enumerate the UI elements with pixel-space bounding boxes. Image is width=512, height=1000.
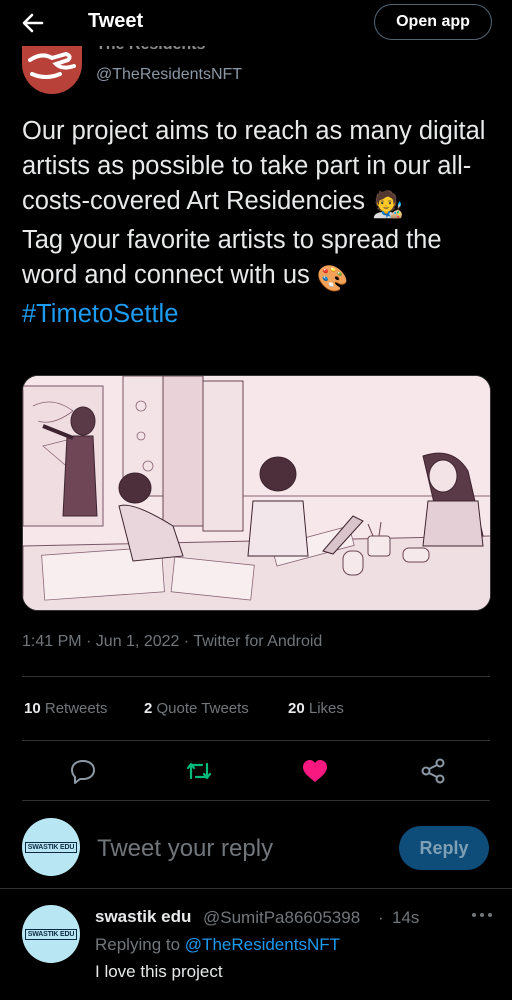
separator-dot: · (378, 908, 384, 927)
tweet-stats: 10 Retweets 2 Quote Tweets 20 Likes (24, 700, 464, 722)
reply-author-handle[interactable]: @SumitPa86605398 (203, 908, 360, 928)
reply-button[interactable]: Reply (399, 826, 489, 870)
avatar-label: SWASTIK EDU (24, 928, 78, 940)
artist-emoji: 🧑‍🎨 (372, 191, 404, 219)
retweets-stat[interactable]: 10 Retweets (24, 700, 107, 717)
tweet-image[interactable] (22, 375, 491, 611)
hashtag-link[interactable]: #TimetoSettle (22, 300, 178, 328)
replying-to-link[interactable]: @TheResidentsNFT (185, 935, 340, 954)
quote-tweets-stat[interactable]: 2 Quote Tweets (144, 700, 249, 717)
comment-icon[interactable] (68, 756, 98, 786)
reply-text: I love this project (95, 962, 223, 981)
divider (22, 800, 490, 801)
likes-stat[interactable]: 20 Likes (288, 700, 344, 717)
divider (0, 888, 512, 889)
share-icon[interactable] (418, 756, 448, 786)
reply-author-name[interactable]: swastik edu (95, 907, 191, 927)
palette-emoji: 🎨 (316, 265, 349, 293)
divider (22, 740, 490, 741)
tweet-line-2: Tag your favorite artists to spread the … (22, 226, 442, 289)
tweet-timestamp[interactable]: 1:41 PM · Jun 1, 2022 · Twitter for Andr… (22, 633, 322, 651)
reply-avatar[interactable]: SWASTIK EDU (22, 905, 80, 963)
open-app-button[interactable]: Open app (374, 4, 492, 40)
reply-input[interactable]: Tweet your reply (97, 835, 273, 863)
back-arrow-icon[interactable] (18, 8, 48, 38)
retweet-icon[interactable] (184, 756, 214, 786)
tweet-line-1: Our project aims to reach as many digita… (22, 117, 486, 215)
tweet-text: Our project aims to reach as many digita… (22, 114, 492, 332)
author-handle[interactable]: @TheResidentsNFT (96, 66, 242, 84)
reply-time[interactable]: 14s (392, 908, 419, 928)
heart-icon[interactable] (300, 756, 330, 786)
page-title: Tweet (88, 10, 144, 32)
replying-to: Replying to @TheResidentsNFT (95, 935, 340, 954)
my-avatar[interactable]: SWASTIK EDU (22, 818, 80, 876)
more-options-icon[interactable] (469, 906, 495, 924)
avatar-label: SWASTIK EDU (24, 841, 78, 853)
top-bar: Tweet Open app (0, 0, 512, 46)
divider (22, 676, 490, 677)
